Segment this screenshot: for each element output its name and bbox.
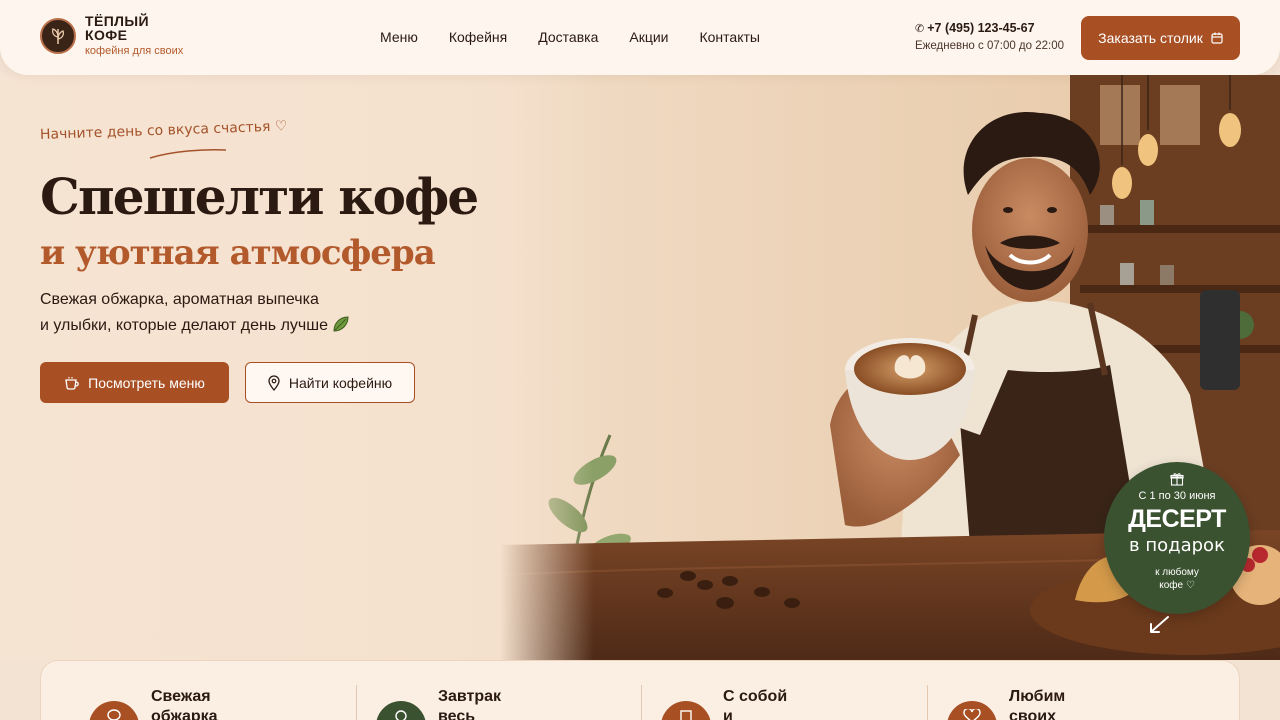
site-header: ТЁПЛЫЙ КОФЕ кофейня для своих Меню Кофей… xyxy=(0,0,1280,75)
hero-section: Начните день со вкуса счастья ♡ Спешелти… xyxy=(0,75,1280,660)
find-cafe-label: Найти кофейню xyxy=(288,374,393,391)
feature-breakfast-line1: Завтрак xyxy=(438,688,502,705)
hero-subtitle: и уютная атмосфера xyxy=(40,233,436,273)
features-bar: Свежая обжарка Завтрак весь день С собой… xyxy=(40,660,1240,720)
nav-item-delivery[interactable]: Доставка xyxy=(538,29,598,45)
arrow-down-left-icon xyxy=(1150,616,1169,633)
nav-item-promotions[interactable]: Акции xyxy=(629,29,668,45)
feature-takeaway-line1: С собой xyxy=(723,688,788,705)
feature-divider xyxy=(641,685,642,720)
promo-note-line2: кофе ♡ xyxy=(1159,580,1195,591)
leaf-icon xyxy=(332,315,350,342)
feature-guests-line1: Любим xyxy=(1009,688,1066,705)
calendar-icon xyxy=(1211,32,1223,44)
view-menu-label: Посмотреть меню xyxy=(88,374,205,391)
promo-note-line1: к любому xyxy=(1155,567,1199,578)
takeaway-cup-icon xyxy=(661,701,711,720)
phone-icon: ✆ xyxy=(915,22,925,35)
feature-divider xyxy=(927,685,928,720)
feature-fresh-roast-line2: обжарка xyxy=(151,708,218,720)
brand-subtitle: кофейня для своих xyxy=(85,45,184,57)
main-nav: Меню Кофейня Доставка Акции Контакты xyxy=(380,29,791,45)
feature-fresh-roast-line1: Свежая xyxy=(151,688,211,705)
hero-description-line2: и улыбки, которые делают день лучше xyxy=(40,317,328,334)
nav-item-menu[interactable]: Меню xyxy=(380,29,418,45)
nav-item-coffeeshop[interactable]: Кофейня xyxy=(449,29,507,45)
promo-badge[interactable]: С 1 по 30 июня ДЕСЕРТ в подарок к любому… xyxy=(1104,462,1250,614)
opening-hours: Ежедневно с 07:00 до 22:00 xyxy=(915,40,1065,52)
contact-block: ✆ +7 (495) 123-45-67 Ежедневно с 07:00 д… xyxy=(915,21,1064,52)
tagline-underline xyxy=(149,149,227,159)
feature-divider xyxy=(356,685,357,720)
brand-title: ТЁПЛЫЙ КОФЕ xyxy=(85,13,149,43)
find-cafe-button[interactable]: Найти кофейню xyxy=(245,362,415,403)
phone-link[interactable]: ✆ +7 (495) 123-45-67 xyxy=(915,21,1064,35)
map-pin-icon xyxy=(268,374,280,391)
gift-icon xyxy=(1170,473,1184,486)
feature-takeaway-line2: и доставка xyxy=(723,708,733,720)
hero-description-line1: Свежая обжарка, ароматная выпечка xyxy=(40,291,319,308)
promo-note: к любому кофе ♡ xyxy=(1104,566,1250,592)
hero-title: Спешелти кофе xyxy=(40,167,479,226)
book-table-label: Заказать столик xyxy=(1098,30,1203,46)
phone-number: +7 (495) 123-45-67 xyxy=(927,21,1035,35)
promo-headline: ДЕСЕРТ xyxy=(1128,505,1226,533)
coffee-bean-leaf-icon xyxy=(40,17,76,54)
heart-icon xyxy=(947,701,997,720)
promo-dates: С 1 по 30 июня xyxy=(1138,490,1216,502)
coffee-bean-icon xyxy=(89,701,139,720)
nav-item-contacts[interactable]: Контакты xyxy=(699,29,759,45)
coffee-cup-icon xyxy=(65,376,79,390)
view-menu-button[interactable]: Посмотреть меню xyxy=(40,362,229,403)
feature-breakfast-line2: весь день xyxy=(438,708,476,720)
breakfast-icon xyxy=(376,701,426,720)
brand-logo[interactable]: ТЁПЛЫЙ КОФЕ кофейня для своих xyxy=(40,14,183,57)
feature-guests-line2: своих гостей xyxy=(1009,708,1057,720)
promo-subheadline: в подарок xyxy=(1129,535,1225,556)
book-table-button[interactable]: Заказать столик xyxy=(1081,16,1240,60)
hero-description: Свежая обжарка, ароматная выпечка и улыб… xyxy=(40,287,350,342)
